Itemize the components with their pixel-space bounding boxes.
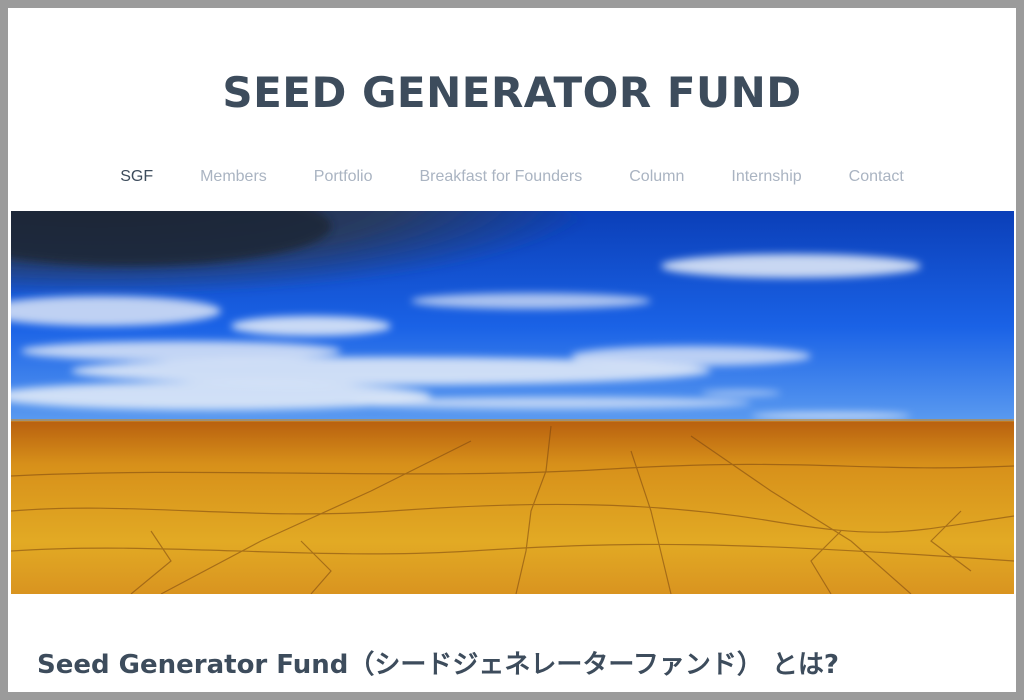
nav-item-portfolio[interactable]: Portfolio [314, 168, 373, 186]
nav-item-contact[interactable]: Contact [849, 168, 904, 186]
nav-item-sgf[interactable]: SGF [120, 168, 153, 186]
site-title[interactable]: SEED GENERATOR FUND [8, 68, 1016, 117]
main-nav: SGF Members Portfolio Breakfast for Foun… [8, 168, 1016, 186]
nav-item-members[interactable]: Members [200, 168, 267, 186]
hero-image [11, 211, 1014, 594]
nav-item-breakfast-for-founders[interactable]: Breakfast for Founders [419, 168, 582, 186]
nav-item-column[interactable]: Column [629, 168, 684, 186]
section-heading: Seed Generator Fund（シードジェネレーターファンド） とは? [37, 650, 839, 680]
page-frame: SEED GENERATOR FUND SGF Members Portfoli… [8, 8, 1016, 692]
nav-item-internship[interactable]: Internship [731, 168, 801, 186]
